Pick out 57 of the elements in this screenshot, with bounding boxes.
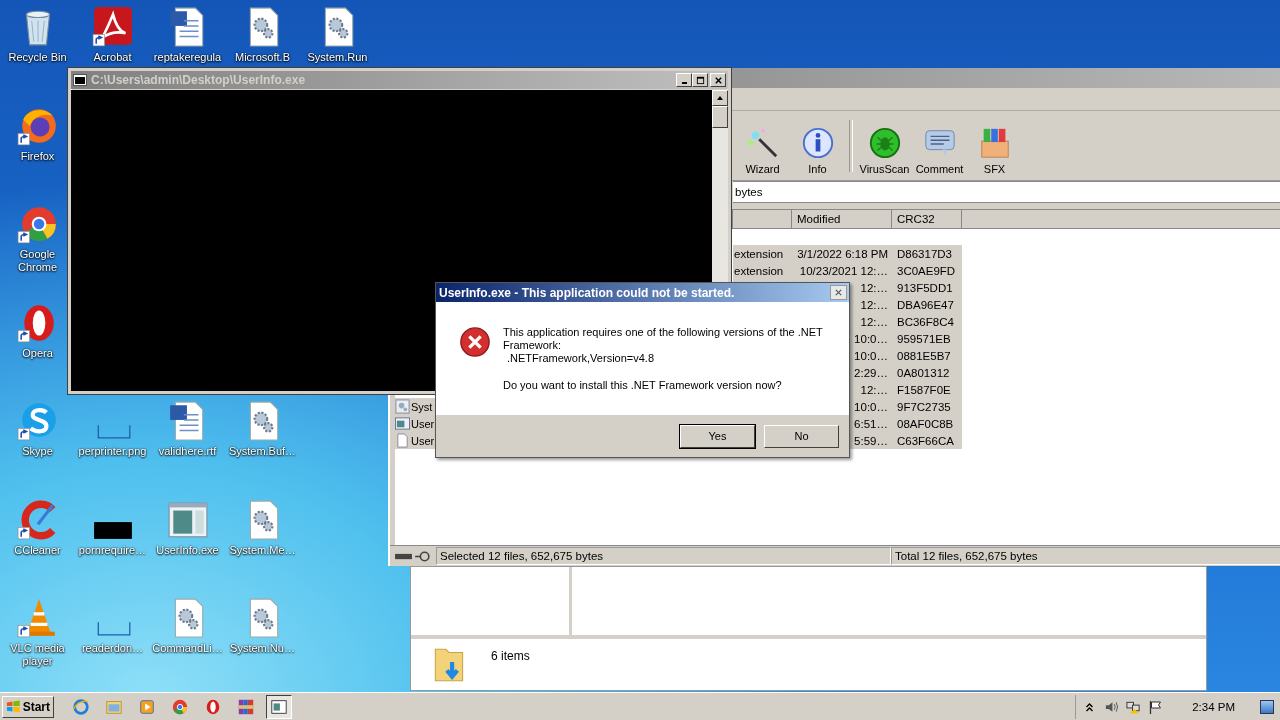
icon-label: validhere.rtf: [157, 445, 218, 458]
item-count: 6 items: [491, 649, 530, 663]
file-name: User: [411, 417, 435, 430]
dialog-title: UserInfo.exe - This application could not be started.: [439, 285, 736, 300]
table-cell: 959571EB: [897, 332, 951, 345]
icon-label: VLC media player: [9, 642, 66, 668]
icon-label: System.Run: [306, 51, 369, 64]
window-title: C:\Users\admin\Desktop\UserInfo.exe: [91, 73, 307, 87]
table-cell: 10:0…: [854, 349, 888, 362]
table-cell: 12:…: [860, 298, 888, 311]
dialog-message: This application requires one of the following versions of the .NET Framework:: [503, 326, 824, 352]
icon-label: Firefox: [19, 149, 56, 163]
table-cell: 5:59…: [854, 434, 888, 447]
table-cell: 12:…: [860, 315, 888, 328]
table-cell: extension: [734, 247, 784, 260]
table-cell: 0A801312: [897, 366, 950, 379]
table-cell: 12:…: [860, 281, 888, 294]
framework-version: .NETFramework,Version=v4.8: [506, 352, 656, 365]
table-cell: 2:29…: [854, 366, 888, 379]
icon-label: CommandLi…: [151, 642, 224, 655]
table-cell: 08AF0C8B: [897, 417, 954, 430]
icon-label: reptakeregula: [152, 51, 223, 64]
table-cell: 913F5DD1: [897, 281, 953, 294]
icon-label: pornrequire…: [77, 543, 148, 557]
file-name: Syst: [411, 400, 433, 413]
table-cell: BC36F8C4: [897, 315, 954, 328]
table-cell: D86317D3: [897, 247, 952, 260]
icon-label: Skype: [21, 445, 54, 458]
table-cell: 6:51…: [854, 417, 888, 430]
table-cell: 3C0AE9FD: [897, 264, 956, 277]
icon-label: Microsoft.B: [234, 51, 291, 64]
table-cell: extension: [734, 264, 784, 277]
table-cell: 12:…: [860, 383, 888, 396]
table-cell: 10:0…: [854, 332, 888, 345]
icon-label: Opera: [21, 346, 54, 360]
icon-label: System.Me…: [228, 543, 297, 557]
dialog-question: Do you want to install this .NET Framework version now?: [503, 379, 783, 392]
table-cell: DBA96E47: [897, 298, 954, 311]
icon-label: readerdon…: [80, 642, 145, 655]
icon-label: System.Buf…: [227, 445, 298, 458]
table-cell: C63F66CA: [897, 434, 954, 447]
table-cell: 10/23/2021 12:…: [799, 264, 888, 277]
file-name: User: [411, 434, 435, 447]
table-cell: 10:0…: [854, 400, 888, 413]
status-text: Total 12 files, 652,675 bytes: [891, 547, 1280, 565]
icon-label: System.Nu…: [229, 642, 296, 655]
icon-label: Recycle Bin: [7, 51, 68, 64]
icon-label: Google Chrome: [16, 248, 59, 274]
status-text: Selected 12 files, 652,675 bytes: [436, 547, 891, 565]
icon-label: CCleaner: [13, 543, 62, 557]
table-cell: F1587F0E: [897, 383, 951, 396]
table-cell: 0881E5B7: [897, 349, 951, 362]
icon-label: perprinter.png: [77, 445, 148, 458]
icon-label: Acrobat: [92, 51, 133, 64]
table-cell: 3/1/2022 6:18 PM: [797, 247, 888, 260]
table-cell: 9F7C2735: [897, 400, 951, 413]
icon-label: UserInfo.exe: [155, 543, 220, 557]
